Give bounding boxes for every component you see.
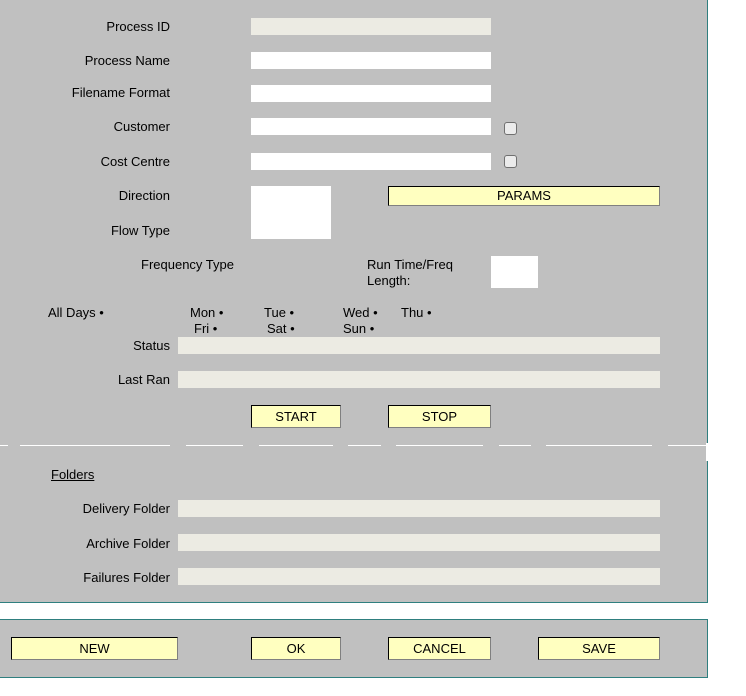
failures-folder-field [178,568,660,585]
run-time-label-line2: Length: [367,273,411,288]
sun-option[interactable]: Sun • [343,321,374,337]
divider-gap [706,443,708,461]
customer-checkbox[interactable] [504,122,517,135]
direction-label: Direction [118,188,170,203]
process-name-label: Process Name [84,53,170,68]
last-ran-field [178,371,660,388]
frequency-type-label: Frequency Type [141,257,234,272]
params-button[interactable]: PARAMS [388,186,660,206]
process-name-input[interactable] [251,52,491,69]
customer-label: Customer [113,119,170,134]
fri-option[interactable]: Fri • [194,321,217,337]
failures-folder-label: Failures Folder [83,570,170,585]
wed-option[interactable]: Wed • [343,305,378,321]
archive-folder-field [178,534,660,551]
cost-centre-checkbox[interactable] [504,155,517,168]
cost-centre-label: Cost Centre [100,154,170,169]
all-days-option[interactable]: All Days • [48,305,104,321]
start-button[interactable]: START [251,405,341,428]
customer-input[interactable] [251,118,491,135]
delivery-folder-label: Delivery Folder [82,501,170,516]
mon-option[interactable]: Mon • [190,305,223,321]
cancel-button[interactable]: CANCEL [388,637,491,660]
status-field [178,337,660,354]
process-id-label: Process ID [106,19,170,34]
save-button[interactable]: SAVE [538,637,660,660]
run-time-label-line1: Run Time/Freq [367,257,453,272]
folders-heading: Folders [51,467,95,482]
direction-flow-listbox[interactable] [251,186,331,239]
flow-type-label: Flow Type [110,223,170,238]
new-button[interactable]: NEW [11,637,178,660]
status-label: Status [133,338,170,353]
delivery-folder-field [178,500,660,517]
tue-option[interactable]: Tue • [264,305,294,321]
thu-option[interactable]: Thu • [401,305,432,321]
cost-centre-input[interactable] [251,153,491,170]
last-ran-label: Last Ran [117,372,170,387]
sat-option[interactable]: Sat • [267,321,295,337]
filename-format-label: Filename Format [71,85,170,100]
process-id-field [251,18,491,35]
filename-format-input[interactable] [251,85,491,102]
stop-button[interactable]: STOP [388,405,491,428]
ok-button[interactable]: OK [251,637,341,660]
run-time-input[interactable] [491,256,538,288]
archive-folder-label: Archive Folder [86,536,170,551]
